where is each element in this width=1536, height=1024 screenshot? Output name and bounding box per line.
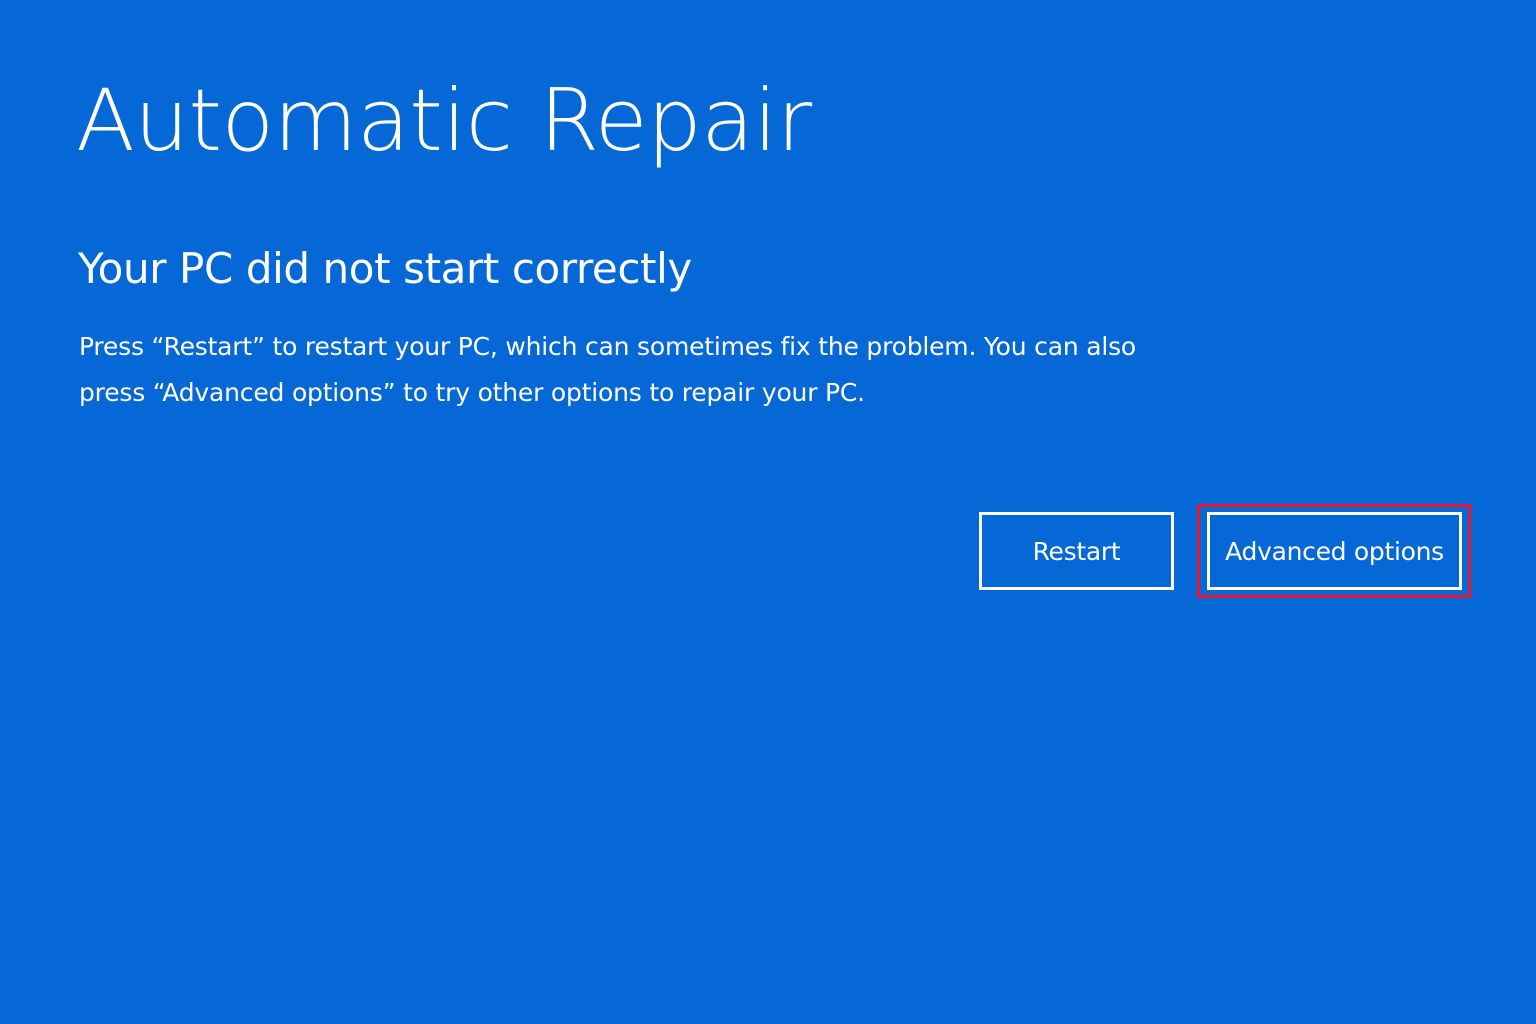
page-subtitle: Your PC did not start correctly	[78, 244, 692, 293]
page-title: Automatic Repair	[76, 71, 812, 171]
restart-button[interactable]: Restart	[979, 512, 1174, 590]
recovery-screen: Automatic Repair Your PC did not start c…	[0, 0, 1536, 1024]
repair-message: Press “Restart” to restart your PC, whic…	[79, 332, 1137, 407]
advanced-options-button[interactable]: Advanced options	[1207, 512, 1462, 590]
